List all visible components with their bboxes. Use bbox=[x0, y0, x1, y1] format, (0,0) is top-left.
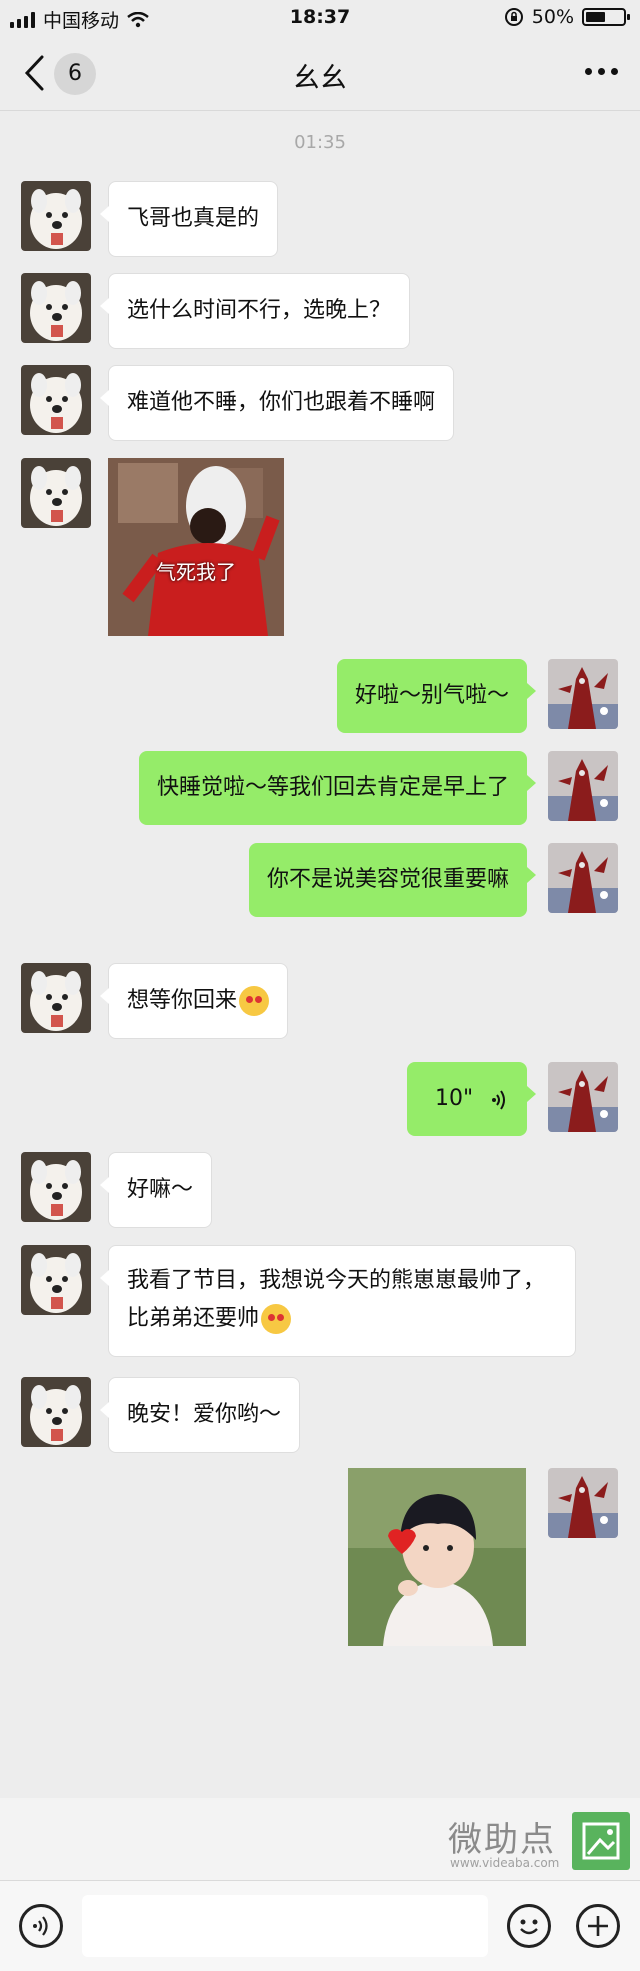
message-text: 想等你回来 bbox=[127, 988, 238, 1013]
outgoing-message-bubble[interactable]: 好啦～别气啦～ bbox=[336, 659, 537, 733]
outgoing-message-bubble[interactable]: 你不是说美容觉很重要嘛 bbox=[248, 843, 537, 917]
incoming-message-bubble[interactable]: 我看了节目，我想说今天的熊崽崽最帅了，比弟弟还要帅 bbox=[100, 1245, 576, 1357]
emoji-button-icon[interactable] bbox=[507, 1904, 551, 1948]
watermark-url: www.videaba.com bbox=[450, 1856, 560, 1870]
my-avatar[interactable] bbox=[548, 1062, 618, 1132]
contact-avatar[interactable] bbox=[21, 458, 91, 528]
my-avatar[interactable] bbox=[548, 1468, 618, 1538]
more-options-icon[interactable] bbox=[585, 68, 618, 75]
voice-wave-icon bbox=[492, 1090, 505, 1110]
my-avatar[interactable] bbox=[548, 751, 618, 821]
incoming-message-bubble[interactable]: 好嘛～ bbox=[99, 1152, 213, 1228]
battery-icon bbox=[582, 8, 630, 26]
message-text: 快睡觉啦～等我们回去肯定是早上了 bbox=[156, 775, 509, 800]
incoming-message-bubble[interactable]: 难道他不睡，你们也跟着不睡啊 bbox=[99, 365, 455, 441]
outgoing-message-bubble[interactable]: 快睡觉啦～等我们回去肯定是早上了 bbox=[138, 751, 537, 825]
message-timestamp: 01:35 bbox=[294, 132, 346, 153]
message-text: 你不是说美容觉很重要嘛 bbox=[266, 867, 509, 892]
message-text: 好嘛～ bbox=[127, 1177, 194, 1202]
message-text: 难道他不睡，你们也跟着不睡啊 bbox=[127, 390, 436, 415]
status-bar: 中国移动 18:37 50% bbox=[0, 0, 640, 36]
chat-header: 6 幺幺 bbox=[0, 36, 640, 111]
rotation-lock-icon bbox=[504, 8, 523, 26]
contact-avatar[interactable] bbox=[21, 963, 91, 1033]
incoming-message-bubble[interactable]: 晚安！爱你哟～ bbox=[99, 1377, 301, 1453]
watermark-logo-icon bbox=[572, 1812, 630, 1870]
input-bar bbox=[0, 1880, 640, 1971]
voice-duration: 10" bbox=[435, 1086, 474, 1111]
contact-avatar[interactable] bbox=[21, 273, 91, 343]
watermark-text: 微助点 bbox=[448, 1820, 556, 1860]
voice-input-icon[interactable] bbox=[19, 1904, 63, 1948]
emoji-heart-eyes-icon bbox=[261, 1304, 292, 1334]
voice-message-bubble[interactable]: 10" bbox=[407, 1062, 536, 1136]
my-avatar[interactable] bbox=[548, 659, 618, 729]
sticker-caption: 气死我了 bbox=[156, 560, 236, 584]
message-input[interactable] bbox=[82, 1895, 488, 1957]
message-text: 好啦～别气啦～ bbox=[354, 683, 509, 708]
battery-percent: 50% bbox=[531, 6, 574, 28]
emoji-shy-icon bbox=[239, 986, 270, 1016]
add-more-icon[interactable] bbox=[576, 1904, 620, 1948]
contact-avatar[interactable] bbox=[21, 365, 91, 435]
message-text: 飞哥也真是的 bbox=[127, 206, 260, 231]
incoming-message-bubble[interactable]: 选什么时间不行，选晚上？ bbox=[99, 273, 411, 349]
chat-title: 幺幺 bbox=[293, 63, 347, 94]
incoming-message-bubble[interactable]: 想等你回来 bbox=[99, 963, 289, 1039]
message-text: 晚安！爱你哟～ bbox=[127, 1402, 282, 1427]
my-avatar[interactable] bbox=[548, 843, 618, 913]
contact-avatar[interactable] bbox=[21, 1245, 91, 1315]
contact-avatar[interactable] bbox=[21, 1152, 91, 1222]
incoming-message-bubble[interactable]: 飞哥也真是的 bbox=[99, 181, 279, 257]
contact-avatar[interactable] bbox=[21, 1377, 91, 1447]
message-text: 我看了节目，我想说今天的熊崽崽最帅了，比弟弟还要帅 bbox=[127, 1268, 546, 1331]
sticker-image[interactable]: 气死我了 bbox=[108, 458, 284, 636]
message-text: 选什么时间不行，选晚上？ bbox=[127, 298, 392, 323]
contact-avatar[interactable] bbox=[21, 181, 91, 251]
photo-message-image[interactable] bbox=[348, 1468, 526, 1646]
